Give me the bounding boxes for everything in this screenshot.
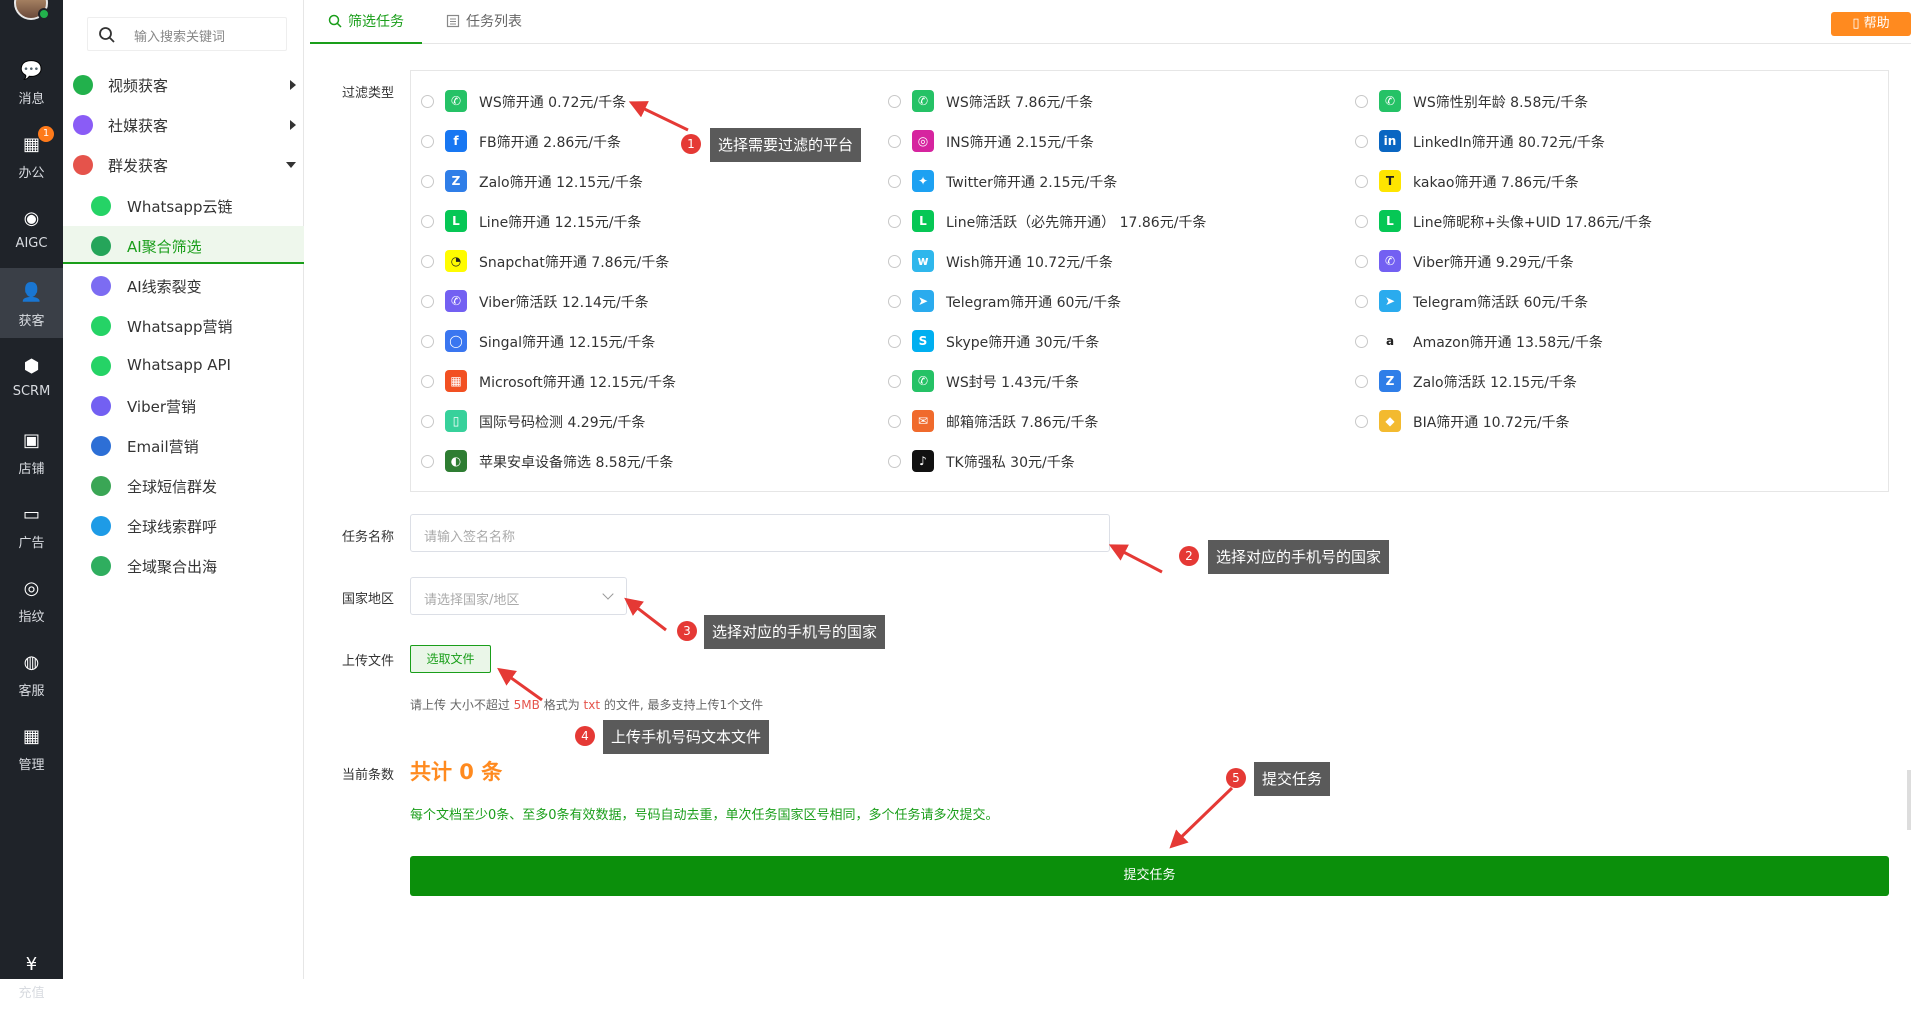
scrollbar[interactable] [1907,770,1911,830]
callout-submit: 提交任务 [1254,762,1331,796]
arrow-3 [624,597,667,632]
callout-select-platform: 选择需要过滤的平台 [710,128,862,162]
step-number: 1 [681,134,701,154]
step-number: 4 [575,726,595,746]
arrow-1 [628,101,689,132]
rail-label: 充值 [18,986,45,1001]
callout-upload: 上传手机号码文本文件 [603,720,770,754]
callout-country: 选择对应的手机号的国家 [704,615,886,649]
step-number: 5 [1226,768,1246,788]
arrow-4 [497,667,543,702]
callout-task-name: 选择对应的手机号的国家 [1208,540,1390,574]
annotation-arrows [497,101,1234,849]
arrow-5 [1169,786,1234,849]
step-number: 2 [1179,546,1199,566]
step-number: 3 [677,621,697,641]
arrow-2 [1108,544,1163,574]
